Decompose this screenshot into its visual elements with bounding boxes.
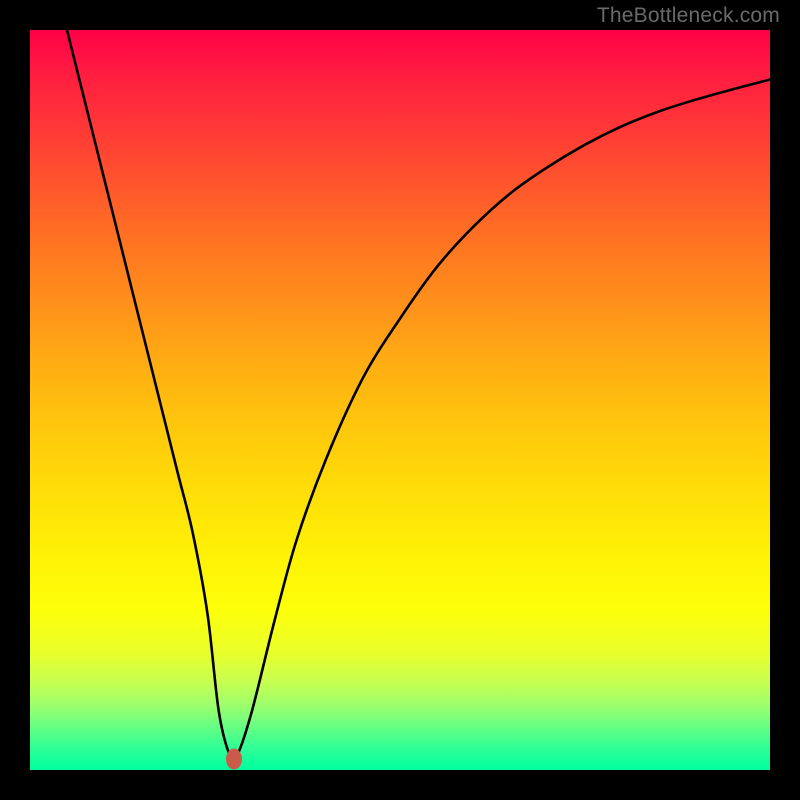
- bottleneck-curve: [67, 30, 770, 761]
- optimal-point-marker: [226, 748, 242, 769]
- plot-area: [30, 30, 770, 770]
- attribution-text: TheBottleneck.com: [597, 4, 780, 28]
- chart-container: TheBottleneck.com: [0, 0, 800, 800]
- curve-svg: [30, 30, 770, 770]
